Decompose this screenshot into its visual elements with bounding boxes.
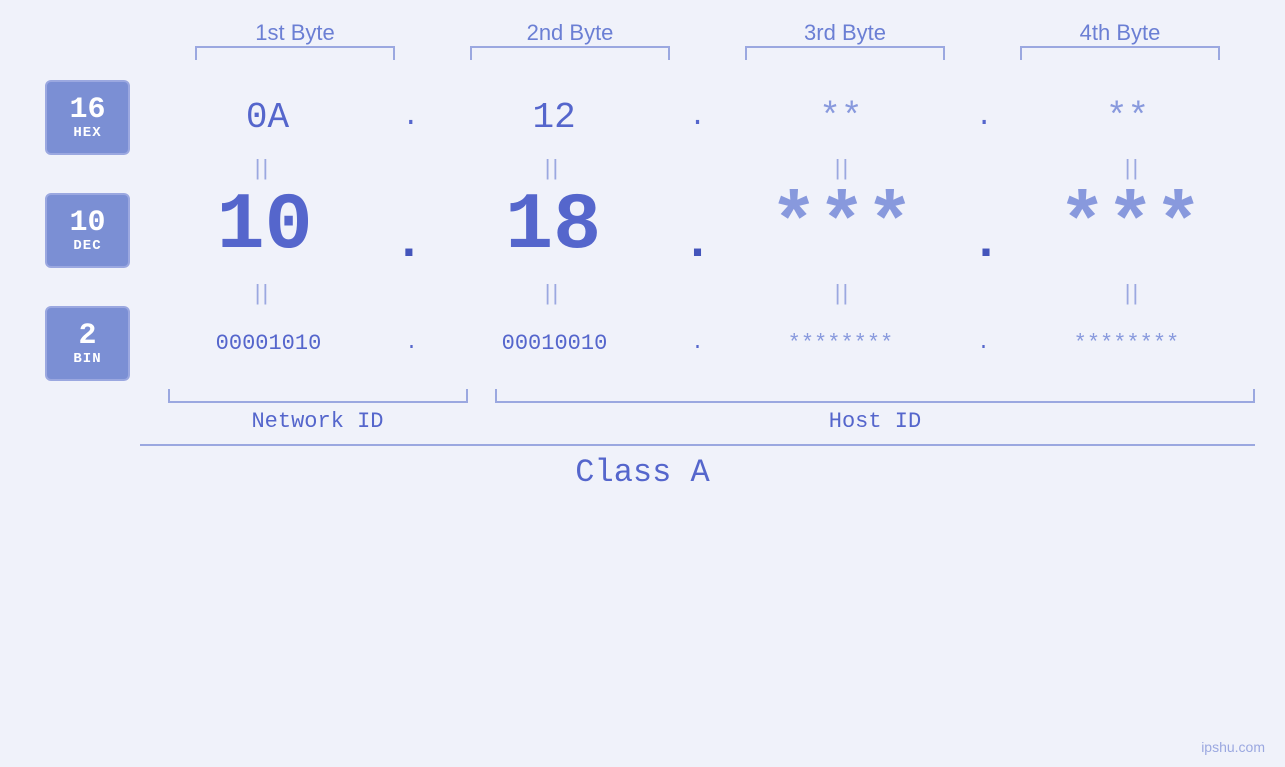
hex-dot-2: .	[689, 102, 706, 133]
dec-b1: 10	[155, 181, 375, 272]
byte-header-1: 1st Byte	[175, 20, 415, 46]
bin-b1: 00001010	[158, 331, 378, 356]
bin-dot-2: .	[691, 332, 703, 355]
bin-badge-num: 2	[78, 321, 96, 351]
bracket-2	[470, 46, 670, 60]
bracket-4	[1020, 46, 1220, 60]
network-id-label: Network ID	[251, 409, 383, 434]
eq-1-b3: ||	[733, 155, 953, 181]
dec-row: 10 DEC 10 . 18 . *** . ***	[0, 181, 1285, 280]
eq-dot-sp-1	[398, 155, 418, 181]
watermark: ipshu.com	[1201, 739, 1265, 755]
bin-dot-1: .	[405, 332, 417, 355]
dec-badge-num: 10	[69, 208, 105, 238]
host-bracket	[495, 389, 1255, 403]
bin-values: 00001010 . 00010010 . ******** . *******…	[140, 331, 1285, 356]
class-a-label-wrapper: Class A	[0, 454, 1285, 491]
eq-2-b3: ||	[733, 280, 953, 306]
main-container: 1st Byte 2nd Byte 3rd Byte 4th Byte 16 H…	[0, 0, 1285, 767]
hex-badge: 16 HEX	[45, 80, 130, 155]
dec-badge-spacer: 10 DEC	[0, 193, 140, 268]
dec-values: 10 . 18 . *** . ***	[140, 181, 1285, 280]
eq-1-b2: ||	[443, 155, 663, 181]
bin-b2: 00010010	[444, 331, 664, 356]
dec-badge-label: DEC	[73, 238, 101, 254]
dec-badge: 10 DEC	[45, 193, 130, 268]
dec-b4: ***	[1020, 181, 1240, 272]
bin-b3: ********	[730, 331, 950, 356]
host-id-label: Host ID	[829, 409, 921, 434]
bin-badge: 2 BIN	[45, 306, 130, 381]
eq-values-2: || || || ||	[140, 280, 1285, 306]
bin-badge-spacer: 2 BIN	[0, 306, 140, 381]
class-a-label: Class A	[575, 454, 709, 491]
eq-2-b4: ||	[1023, 280, 1243, 306]
network-id-area: Network ID	[140, 389, 495, 434]
network-bracket	[168, 389, 468, 403]
eq-dot-sp-4	[398, 280, 418, 306]
eq-dot-sp-5	[688, 280, 708, 306]
bracket-1	[195, 46, 395, 60]
hex-badge-label: HEX	[73, 125, 101, 141]
eq-values-1: || || || ||	[140, 155, 1285, 181]
hex-dot-3: .	[976, 102, 993, 133]
hex-badge-num: 16	[69, 95, 105, 125]
dec-dot-1: .	[394, 215, 424, 272]
eq-dot-sp-6	[978, 280, 998, 306]
id-brackets-row: Network ID Host ID	[0, 389, 1285, 434]
eq-2-b1: ||	[153, 280, 373, 306]
bin-b4: ********	[1016, 331, 1236, 356]
eq-dot-sp-2	[688, 155, 708, 181]
hex-row: 16 HEX 0A . 12 . ** . **	[0, 80, 1285, 155]
class-bracket-line	[140, 444, 1255, 446]
bin-row: 2 BIN 00001010 . 00010010 . ******** . *…	[0, 306, 1285, 381]
dec-dot-3: .	[971, 215, 1001, 272]
hex-badge-spacer: 16 HEX	[0, 80, 140, 155]
hex-b3: **	[731, 97, 951, 138]
hex-values: 0A . 12 . ** . **	[140, 97, 1285, 138]
byte-headers-row: 1st Byte 2nd Byte 3rd Byte 4th Byte	[158, 20, 1258, 46]
bin-dot-3: .	[977, 332, 989, 355]
byte-header-3: 3rd Byte	[725, 20, 965, 46]
dec-b2: 18	[443, 181, 663, 272]
byte-header-4: 4th Byte	[1000, 20, 1240, 46]
hex-b1: 0A	[157, 97, 377, 138]
equals-row-1: || || || ||	[0, 155, 1285, 181]
hex-b2: 12	[444, 97, 664, 138]
eq-1-b1: ||	[153, 155, 373, 181]
byte-header-2: 2nd Byte	[450, 20, 690, 46]
top-brackets	[158, 46, 1258, 60]
hex-b4: **	[1018, 97, 1238, 138]
class-area: Class A	[0, 444, 1285, 494]
host-id-area: Host ID	[495, 389, 1285, 434]
eq-2-b2: ||	[443, 280, 663, 306]
eq-1-b4: ||	[1023, 155, 1243, 181]
bracket-3	[745, 46, 945, 60]
dec-b3: ***	[732, 181, 952, 272]
eq-dot-sp-3	[978, 155, 998, 181]
equals-row-2: || || || ||	[0, 280, 1285, 306]
hex-dot-1: .	[402, 102, 419, 133]
bin-badge-label: BIN	[73, 351, 101, 367]
dec-dot-2: .	[682, 215, 712, 272]
